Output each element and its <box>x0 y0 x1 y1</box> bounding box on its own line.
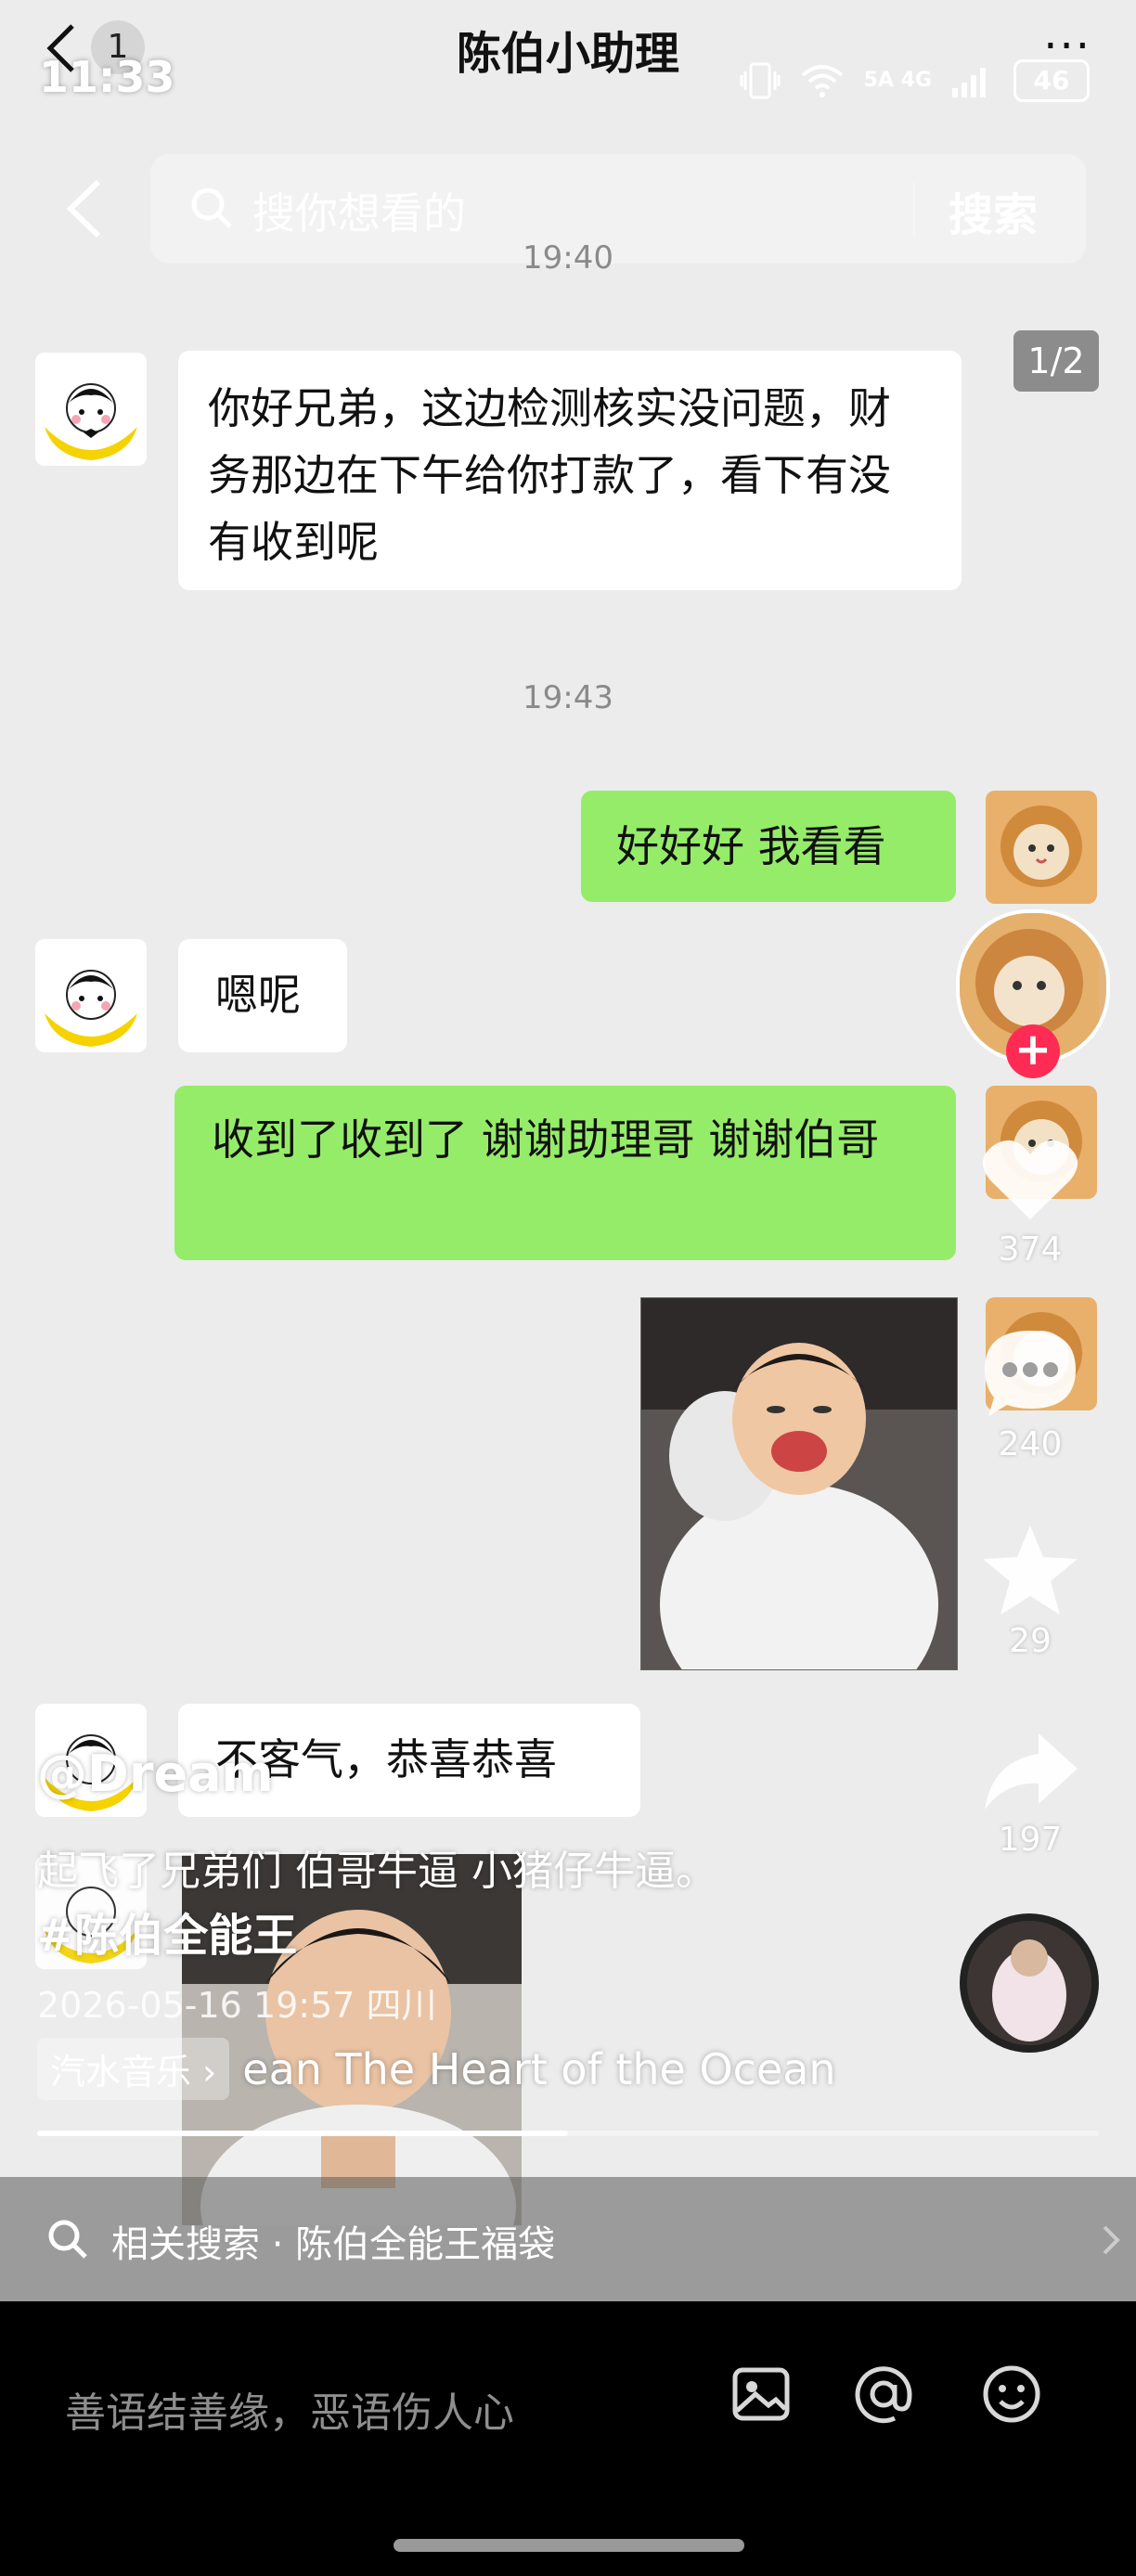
chat-timestamp: 19:43 <box>523 679 613 716</box>
comment-icon <box>985 1331 1076 1416</box>
battery-indicator: 46 <box>1013 59 1090 102</box>
message-bubble: 收到了收到了 谢谢助理哥 谢谢伯哥 <box>174 1086 956 1260</box>
search-button[interactable]: 搜索 <box>949 178 1038 243</box>
avatar <box>986 791 1097 904</box>
search-icon <box>191 187 232 228</box>
search-divider <box>913 182 915 236</box>
photo-message[interactable] <box>640 1297 958 1670</box>
related-search-bar[interactable]: 相关搜索 · 陈伯全能王福袋 <box>0 2177 1136 2301</box>
message-bubble: 你好兄弟，这边检测核实没问题，财务那边在下午给你打款了，看下有没有收到呢 <box>178 351 962 590</box>
favorite-count: 29 <box>1009 1622 1052 1660</box>
signal-icon <box>952 68 986 97</box>
favorite-button[interactable]: 29 <box>975 1522 1086 1660</box>
message-bubble: 好好好 我看看 <box>581 791 956 902</box>
chat-timestamp: 19:40 <box>523 239 613 277</box>
post-meta: 2026-05-16 19:57 四川 <box>37 1985 437 2026</box>
follow-button[interactable]: + <box>1006 1024 1060 1078</box>
music-disc[interactable] <box>960 1913 1099 2053</box>
heart-icon <box>982 1140 1078 1219</box>
music-row[interactable]: 汽水音乐 › ean The Heart of the Ocean <box>37 2038 836 2100</box>
related-search-text: 相关搜索 · 陈伯全能王福袋 <box>111 2223 556 2266</box>
star-icon <box>983 1526 1078 1615</box>
comment-bar: 善语结善缘，恶语伤人心 <box>0 2301 1136 2576</box>
avatar <box>35 353 147 466</box>
home-indicator <box>394 2539 744 2552</box>
share-button[interactable]: 197 <box>975 1728 1086 1859</box>
video-progress-fill <box>37 2131 568 2136</box>
video-caption: 起飞了兄弟们 伯哥牛逼 小猪仔牛逼。 <box>37 1848 716 1895</box>
hashtag-link[interactable]: #陈伯全能王 <box>37 1899 297 1964</box>
mention-icon[interactable] <box>846 2357 921 2431</box>
network-type: 5A 4G <box>863 69 932 92</box>
video-progress[interactable] <box>37 2131 1099 2136</box>
status-icons: 5A 4G 46 <box>740 59 1090 102</box>
video-stage[interactable]: 1 陈伯小助理 ··· 11:33 5A 4G 46 搜你想看的 搜索 19:4… <box>0 0 1136 2301</box>
wifi-icon <box>801 65 843 97</box>
chevron-right-icon <box>1103 2225 1120 2255</box>
author-name[interactable]: @Dream <box>37 1745 274 1803</box>
vibrate-icon <box>740 62 781 99</box>
search-input[interactable]: 搜你想看的 <box>252 180 466 241</box>
emoji-icon[interactable] <box>975 2357 1049 2431</box>
message-bubble: 嗯呢 <box>178 939 347 1052</box>
like-count: 374 <box>998 1230 1063 1269</box>
comment-count: 240 <box>998 1425 1063 1463</box>
share-count: 197 <box>998 1821 1063 1859</box>
like-button[interactable]: 374 <box>975 1134 1086 1269</box>
status-time: 11:33 <box>39 52 175 102</box>
music-source-tag[interactable]: 汽水音乐 › <box>37 2038 230 2100</box>
share-icon <box>985 1733 1078 1810</box>
avatar <box>35 939 147 1052</box>
comment-button[interactable]: 240 <box>975 1325 1086 1463</box>
search-icon <box>48 2220 87 2259</box>
music-title: ean The Heart of the Ocean <box>242 2043 836 2094</box>
back-icon[interactable] <box>58 176 113 241</box>
image-icon[interactable] <box>724 2357 798 2431</box>
page-indicator: 1/2 <box>1013 330 1099 392</box>
comment-input[interactable]: 善语结善缘，恶语伤人心 <box>65 2379 514 2439</box>
